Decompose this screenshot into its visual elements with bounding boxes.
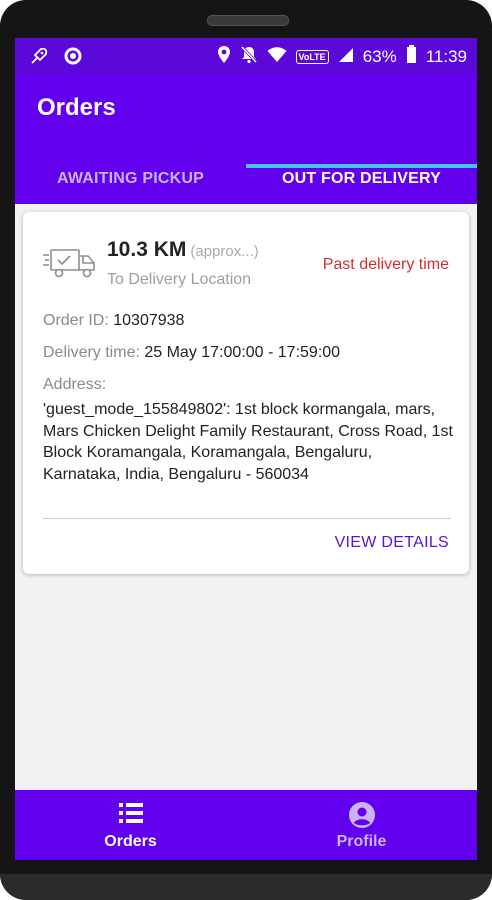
delivery-time-row: Delivery time: 25 May 17:00:00 - 17:59:0… xyxy=(43,344,340,362)
circle-notification-icon xyxy=(63,46,83,71)
page-title: Orders xyxy=(37,94,116,121)
approx-label: (approx...) xyxy=(190,243,259,260)
phone-frame: VoLTE 63% 11:39 Orders AWAITING PICKUP O… xyxy=(0,0,492,900)
tab-indicator xyxy=(246,164,477,168)
distance-block: 10.3 KM (approx...) xyxy=(107,238,259,262)
delivery-time-value: 25 May 17:00:00 - 17:59:00 xyxy=(144,344,341,361)
battery-icon xyxy=(406,45,417,69)
location-icon xyxy=(217,45,231,69)
list-icon xyxy=(118,802,143,829)
distance-value: 10.3 KM xyxy=(107,238,187,261)
account-circle-icon xyxy=(348,802,375,833)
wifi-icon xyxy=(267,46,287,68)
screen: VoLTE 63% 11:39 Orders AWAITING PICKUP O… xyxy=(15,38,477,860)
nav-profile-label: Profile xyxy=(336,833,387,850)
app-bar: Orders AWAITING PICKUP OUT FOR DELIVERY xyxy=(15,74,477,204)
nav-orders-label: Orders xyxy=(104,833,157,850)
clock: 11:39 xyxy=(425,47,467,66)
signal-icon xyxy=(338,47,354,68)
order-id-value: 10307938 xyxy=(113,312,185,329)
order-id-row: Order ID: 10307938 xyxy=(43,312,184,330)
distance-subtitle: To Delivery Location xyxy=(107,271,252,288)
tab-bar: AWAITING PICKUP OUT FOR DELIVERY xyxy=(15,154,477,204)
card-divider xyxy=(43,518,451,519)
view-details-button[interactable]: VIEW DETAILS xyxy=(335,534,449,552)
status-warning: Past delivery time xyxy=(322,256,449,273)
tab-awaiting-pickup[interactable]: AWAITING PICKUP xyxy=(15,154,246,204)
rocket-notification-icon xyxy=(29,46,49,71)
order-id-label: Order ID: xyxy=(43,312,109,329)
address-label: Address: xyxy=(43,376,107,393)
order-card[interactable]: 10.3 KM (approx...) To Delivery Location … xyxy=(23,212,469,574)
volte-badge: VoLTE xyxy=(295,50,329,64)
mute-bell-icon xyxy=(240,45,258,69)
speaker-grille xyxy=(207,15,289,26)
battery-percent: 63% xyxy=(362,47,397,66)
status-bar: VoLTE 63% 11:39 xyxy=(15,38,477,74)
address-text: 'guest_mode_155849802': 1st block korman… xyxy=(43,401,453,483)
bottom-bezel xyxy=(0,874,492,900)
delivery-truck-icon xyxy=(43,246,97,285)
nav-orders[interactable]: Orders xyxy=(15,790,246,860)
delivery-time-label: Delivery time: xyxy=(43,344,140,361)
tab-out-for-delivery[interactable]: OUT FOR DELIVERY xyxy=(246,154,477,204)
bottom-navigation: Orders Profile xyxy=(15,790,477,860)
nav-profile[interactable]: Profile xyxy=(246,790,477,860)
